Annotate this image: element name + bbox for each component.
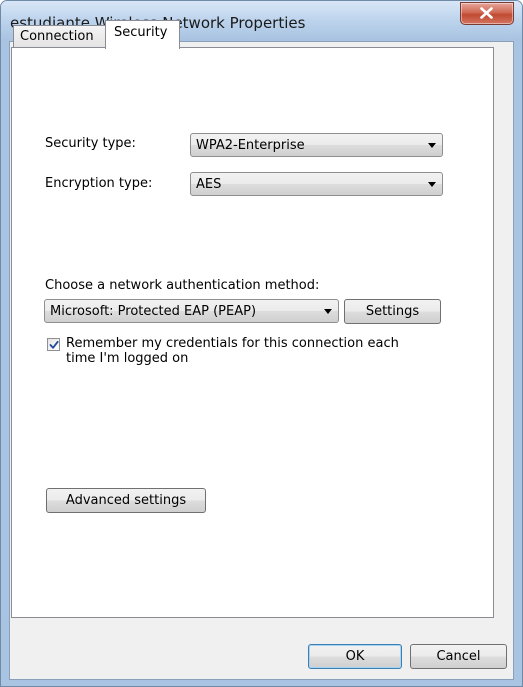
chevron-down-icon (428, 182, 436, 187)
advanced-settings-button[interactable]: Advanced settings (46, 488, 206, 513)
auth-method-label: Choose a network authentication method: (45, 278, 320, 293)
encryption-type-dropdown[interactable]: AES (190, 172, 443, 196)
tab-security[interactable]: Security (105, 20, 180, 49)
encryption-type-label: Encryption type: (45, 176, 153, 191)
remember-credentials-checkbox[interactable] (47, 338, 60, 351)
security-type-value: WPA2-Enterprise (196, 138, 305, 153)
chevron-down-icon (324, 309, 332, 314)
tab-connection-label: Connection (20, 29, 94, 44)
security-type-label: Security type: (45, 136, 136, 151)
remember-credentials-label[interactable]: Remember my credentials for this connect… (66, 336, 406, 366)
encryption-type-value: AES (196, 177, 222, 192)
close-icon (480, 7, 493, 19)
properties-dialog: estudiante Wireless Network Properties C… (0, 0, 523, 687)
chevron-down-icon (428, 143, 436, 148)
settings-button[interactable]: Settings (344, 299, 441, 324)
auth-method-dropdown[interactable]: Microsoft: Protected EAP (PEAP) (44, 299, 339, 323)
tab-connection[interactable]: Connection (13, 25, 107, 48)
cancel-button[interactable]: Cancel (410, 644, 507, 669)
close-button[interactable] (460, 2, 514, 25)
auth-method-value: Microsoft: Protected EAP (PEAP) (50, 304, 257, 319)
tab-security-label: Security (114, 25, 168, 40)
checkmark-icon (49, 340, 59, 349)
security-type-dropdown[interactable]: WPA2-Enterprise (190, 133, 443, 157)
ok-button[interactable]: OK (308, 644, 402, 669)
